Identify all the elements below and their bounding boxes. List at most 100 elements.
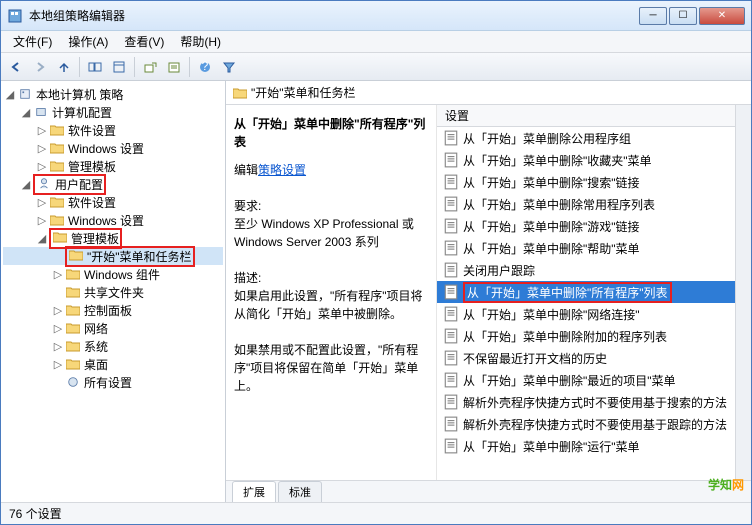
settings-list[interactable]: 设置 从「开始」菜单删除公用程序组从「开始」菜单中删除"收藏夹"菜单从「开始」菜… bbox=[436, 105, 735, 480]
tree-item[interactable]: ▷ 系统 bbox=[3, 337, 223, 355]
up-button[interactable] bbox=[53, 56, 75, 78]
list-item[interactable]: 从「开始」菜单中删除"收藏夹"菜单 bbox=[437, 149, 735, 171]
list-item-label: 从「开始」菜单中删除"帮助"菜单 bbox=[463, 240, 640, 257]
policy-title: 从「开始」菜单中删除"所有程序"列表 bbox=[234, 115, 428, 151]
expand-toggle[interactable]: ▷ bbox=[51, 340, 65, 353]
view-tabs: 扩展 标准 bbox=[226, 480, 751, 502]
list-item[interactable]: 从「开始」菜单中删除"帮助"菜单 bbox=[437, 237, 735, 259]
list-item[interactable]: 从「开始」菜单中删除"搜索"链接 bbox=[437, 171, 735, 193]
tree-item[interactable]: ▷Windows 组件 bbox=[3, 265, 223, 283]
description-label: 描述: bbox=[234, 269, 428, 287]
list-item[interactable]: 从「开始」菜单中删除常用程序列表 bbox=[437, 193, 735, 215]
app-icon bbox=[7, 8, 23, 24]
policy-icon bbox=[443, 328, 459, 344]
folder-icon bbox=[232, 86, 248, 100]
folder-icon bbox=[65, 267, 81, 281]
expand-toggle[interactable]: ▷ bbox=[51, 304, 65, 317]
expand-toggle[interactable]: ◢ bbox=[3, 88, 17, 101]
content-header: "开始"菜单和任务栏 bbox=[226, 81, 751, 105]
menu-view[interactable]: 查看(V) bbox=[116, 31, 172, 52]
list-item[interactable]: 从「开始」菜单中删除"最近的项目"菜单 bbox=[437, 369, 735, 391]
expand-toggle[interactable]: ◢ bbox=[19, 178, 33, 191]
menu-bar: 文件(F) 操作(A) 查看(V) 帮助(H) bbox=[1, 31, 751, 53]
policy-icon bbox=[443, 262, 459, 278]
close-button[interactable]: ✕ bbox=[699, 7, 745, 25]
list-item-label: 从「开始」菜单中删除"所有程序"列表 bbox=[463, 282, 672, 303]
expand-toggle[interactable]: ◢ bbox=[19, 106, 33, 119]
tree-item[interactable]: ▷管理模板 bbox=[3, 157, 223, 175]
title-bar: 本地组策略编辑器 ─ ☐ ✕ bbox=[1, 1, 751, 31]
tree-label: Windows 设置 bbox=[68, 140, 144, 157]
tab-standard[interactable]: 标准 bbox=[278, 481, 322, 502]
tree-item[interactable]: ◢ 计算机配置 bbox=[3, 103, 223, 121]
tree-item[interactable]: ◢管理模板 bbox=[3, 229, 223, 247]
tree-item[interactable]: 所有设置 bbox=[3, 373, 223, 391]
tree-label: 控制面板 bbox=[84, 302, 132, 319]
list-item[interactable]: 从「开始」菜单删除公用程序组 bbox=[437, 127, 735, 149]
expand-toggle[interactable]: ▷ bbox=[35, 160, 49, 173]
content-header-title: "开始"菜单和任务栏 bbox=[251, 84, 356, 101]
all-settings-icon bbox=[65, 375, 81, 389]
list-item[interactable]: 解析外壳程序快捷方式时不要使用基于搜索的方法 bbox=[437, 391, 735, 413]
help-button[interactable]: ? bbox=[194, 56, 216, 78]
tree-item[interactable]: ▷网络 bbox=[3, 319, 223, 337]
filter-button[interactable] bbox=[218, 56, 240, 78]
vertical-scrollbar[interactable] bbox=[735, 105, 751, 480]
tree-item[interactable]: ▷ 控制面板 bbox=[3, 301, 223, 319]
expand-toggle[interactable]: ▷ bbox=[35, 124, 49, 137]
list-item[interactable]: 从「开始」菜单中删除附加的程序列表 bbox=[437, 325, 735, 347]
folder-icon bbox=[65, 357, 81, 371]
tree-label: "开始"菜单和任务栏 bbox=[87, 250, 192, 264]
expand-toggle[interactable]: ▷ bbox=[35, 196, 49, 209]
menu-action[interactable]: 操作(A) bbox=[60, 31, 116, 52]
tree-item[interactable]: 共享文件夹 bbox=[3, 283, 223, 301]
list-item[interactable]: 从「开始」菜单中删除"游戏"链接 bbox=[437, 215, 735, 237]
expand-toggle[interactable]: ▷ bbox=[51, 268, 65, 281]
expand-toggle[interactable]: ▷ bbox=[51, 358, 65, 371]
tree-label: 系统 bbox=[84, 338, 108, 355]
tree-item[interactable]: ▷桌面 bbox=[3, 355, 223, 373]
edit-policy-link[interactable]: 策略设置 bbox=[258, 163, 306, 177]
tree-item[interactable]: ◢用户配置 bbox=[3, 175, 223, 193]
tree-label: 计算机配置 bbox=[52, 104, 112, 121]
tree-label: 软件设置 bbox=[68, 194, 116, 211]
list-header-setting[interactable]: 设置 bbox=[437, 105, 735, 127]
toolbar-separator bbox=[134, 57, 135, 77]
menu-help[interactable]: 帮助(H) bbox=[172, 31, 229, 52]
list-item[interactable]: 从「开始」菜单中删除"运行"菜单 bbox=[437, 435, 735, 457]
user-icon bbox=[36, 176, 52, 190]
menu-file[interactable]: 文件(F) bbox=[5, 31, 60, 52]
forward-button[interactable] bbox=[29, 56, 51, 78]
expand-toggle[interactable]: ▷ bbox=[51, 322, 65, 335]
tree-item[interactable]: ▷Windows 设置 bbox=[3, 211, 223, 229]
maximize-button[interactable]: ☐ bbox=[669, 7, 697, 25]
tree-item[interactable]: "开始"菜单和任务栏 bbox=[3, 247, 223, 265]
list-item[interactable]: 关闭用户跟踪 bbox=[437, 259, 735, 281]
properties-button[interactable] bbox=[108, 56, 130, 78]
policy-icon bbox=[443, 372, 459, 388]
list-item[interactable]: 解析外壳程序快捷方式时不要使用基于跟踪的方法 bbox=[437, 413, 735, 435]
show-tree-button[interactable] bbox=[84, 56, 106, 78]
list-item-label: 从「开始」菜单中删除"游戏"链接 bbox=[463, 218, 640, 235]
expand-toggle[interactable]: ▷ bbox=[35, 214, 49, 227]
folder-icon bbox=[65, 339, 81, 353]
navigation-tree[interactable]: ◢本地计算机 策略◢计算机配置▷软件设置▷Windows 设置▷管理模板◢用户配… bbox=[1, 81, 226, 502]
tree-item[interactable]: ▷ Windows 设置 bbox=[3, 139, 223, 157]
expand-toggle[interactable]: ◢ bbox=[35, 232, 49, 245]
tree-item[interactable]: ▷ 软件设置 bbox=[3, 193, 223, 211]
list-item[interactable]: 从「开始」菜单中删除"网络连接" bbox=[437, 303, 735, 325]
minimize-button[interactable]: ─ bbox=[639, 7, 667, 25]
list-item[interactable]: 不保留最近打开文档的历史 bbox=[437, 347, 735, 369]
tree-item[interactable]: ▷软件设置 bbox=[3, 121, 223, 139]
expand-toggle[interactable]: ▷ bbox=[35, 142, 49, 155]
folder-icon bbox=[49, 159, 65, 173]
tab-extended[interactable]: 扩展 bbox=[232, 481, 276, 502]
tree-item[interactable]: ◢本地计算机 策略 bbox=[3, 85, 223, 103]
list-item[interactable]: 从「开始」菜单中删除"所有程序"列表 bbox=[437, 281, 735, 303]
refresh-button[interactable] bbox=[163, 56, 185, 78]
policy-icon bbox=[443, 438, 459, 454]
export-button[interactable] bbox=[139, 56, 161, 78]
back-button[interactable] bbox=[5, 56, 27, 78]
policy-icon bbox=[443, 350, 459, 366]
folder-icon bbox=[49, 213, 65, 227]
